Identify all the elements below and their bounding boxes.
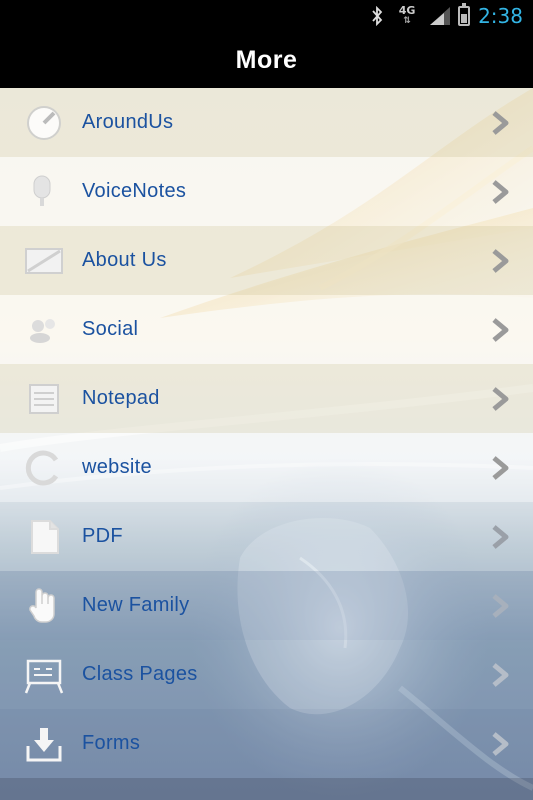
menu-content: AroundUs VoiceNotes About Us Social Note… bbox=[0, 88, 533, 800]
menu-list: AroundUs VoiceNotes About Us Social Note… bbox=[0, 88, 533, 778]
info-icon bbox=[24, 241, 64, 281]
download-tray-icon bbox=[24, 724, 64, 764]
chevron-right-icon bbox=[492, 456, 509, 480]
signal-strength-icon bbox=[430, 7, 451, 25]
menu-item-website[interactable]: website bbox=[0, 433, 533, 502]
menu-item-aroundus[interactable]: AroundUs bbox=[0, 88, 533, 157]
chevron-right-icon bbox=[492, 318, 509, 342]
battery-icon bbox=[458, 3, 471, 26]
menu-item-label: Forms bbox=[82, 732, 141, 754]
chevron-right-icon bbox=[492, 663, 509, 687]
menu-item-class-pages[interactable]: Class Pages bbox=[0, 640, 533, 709]
menu-item-label: Notepad bbox=[82, 387, 160, 409]
hand-icon bbox=[24, 586, 64, 626]
menu-item-pdf[interactable]: PDF bbox=[0, 502, 533, 571]
menu-item-voicenotes[interactable]: VoiceNotes bbox=[0, 157, 533, 226]
page-title: More bbox=[235, 45, 298, 74]
menu-item-label: PDF bbox=[82, 525, 123, 547]
people-icon bbox=[24, 310, 64, 350]
chevron-right-icon bbox=[492, 732, 509, 756]
document-icon bbox=[24, 517, 64, 557]
menu-item-label: Social bbox=[82, 318, 139, 340]
menu-item-new-family[interactable]: New Family bbox=[0, 571, 533, 640]
chalkboard-icon bbox=[24, 655, 64, 695]
status-bar: 4G ⇅ 2:38 bbox=[0, 0, 533, 32]
title-bar: More bbox=[0, 32, 533, 88]
network-type-icon: 4G ⇅ bbox=[398, 4, 416, 26]
menu-item-notepad[interactable]: Notepad bbox=[0, 364, 533, 433]
menu-item-label: New Family bbox=[82, 594, 190, 616]
clock: 2:38 bbox=[478, 4, 523, 28]
menu-item-label: VoiceNotes bbox=[82, 180, 187, 202]
menu-item-label: AroundUs bbox=[82, 111, 174, 133]
compass-icon bbox=[24, 103, 64, 143]
menu-item-label: Class Pages bbox=[82, 663, 198, 685]
chevron-right-icon bbox=[492, 387, 509, 411]
menu-item-forms[interactable]: Forms bbox=[0, 709, 533, 778]
chevron-right-icon bbox=[492, 180, 509, 204]
app-screen: 4G ⇅ 2:38 More AroundUs VoiceNotes About… bbox=[0, 0, 533, 800]
menu-item-about-us[interactable]: About Us bbox=[0, 226, 533, 295]
menu-item-label: About Us bbox=[82, 249, 167, 271]
microphone-icon bbox=[24, 172, 64, 212]
chevron-right-icon bbox=[492, 249, 509, 273]
chevron-right-icon bbox=[492, 111, 509, 135]
chevron-right-icon bbox=[492, 525, 509, 549]
globe-icon bbox=[24, 448, 64, 488]
notepad-icon bbox=[24, 379, 64, 419]
menu-item-social[interactable]: Social bbox=[0, 295, 533, 364]
menu-item-label: website bbox=[82, 456, 152, 478]
next-item-peek bbox=[0, 778, 533, 800]
bluetooth-icon bbox=[372, 6, 383, 26]
chevron-right-icon bbox=[492, 594, 509, 618]
